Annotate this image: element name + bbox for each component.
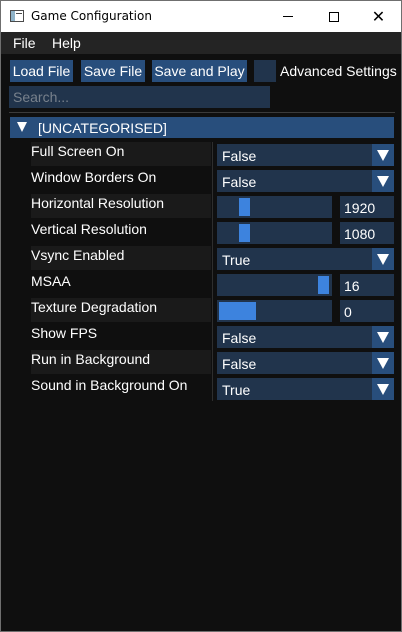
- menu-file[interactable]: File: [13, 35, 36, 51]
- vertical-resolution-input[interactable]: 1080: [340, 222, 394, 244]
- close-button[interactable]: ✕: [356, 1, 401, 32]
- chevron-down-icon: [377, 254, 389, 265]
- setting-label: Vertical Resolution: [31, 221, 147, 237]
- minimize-icon: [282, 16, 293, 17]
- setting-label: Run in Background: [31, 350, 211, 374]
- menu-bar: File Help: [1, 32, 401, 54]
- combo-value: False: [222, 330, 257, 346]
- window-title: Game Configuration: [31, 9, 152, 23]
- setting-row: Show FPS: [31, 324, 214, 348]
- close-icon: ✕: [371, 6, 386, 26]
- chevron-down-icon: [377, 150, 389, 161]
- setting-row: Vsync Enabled: [31, 246, 214, 270]
- combo-value: True: [222, 252, 251, 268]
- advanced-settings-label: Advanced Settings: [280, 63, 397, 79]
- menu-help[interactable]: Help: [52, 35, 81, 51]
- msaa-input[interactable]: 16: [340, 274, 394, 296]
- save-and-play-button[interactable]: Save and Play: [152, 60, 247, 82]
- dropdown-button[interactable]: [372, 378, 394, 400]
- sound-in-background-combo[interactable]: True: [217, 378, 394, 400]
- chevron-down-icon: [377, 176, 389, 187]
- setting-label: MSAA: [31, 273, 71, 289]
- horizontal-resolution-input[interactable]: 1920: [340, 196, 394, 218]
- category-label: [UNCATEGORISED]: [38, 120, 167, 136]
- minimize-button[interactable]: [265, 1, 310, 32]
- vsync-combo[interactable]: True: [217, 248, 394, 270]
- dropdown-button[interactable]: [372, 144, 394, 166]
- vertical-resolution-slider[interactable]: [217, 222, 332, 244]
- texture-degradation-input[interactable]: 0: [340, 300, 394, 322]
- save-file-button[interactable]: Save File: [81, 60, 145, 82]
- setting-row: Horizontal Resolution: [31, 194, 214, 218]
- setting-label: Sound in Background On: [31, 377, 188, 393]
- slider-handle[interactable]: [239, 198, 250, 216]
- title-bar: Game Configuration ✕: [1, 1, 401, 32]
- setting-row: Texture Degradation: [31, 298, 214, 322]
- advanced-settings-checkbox[interactable]: [254, 60, 276, 82]
- category-header-uncategorised[interactable]: [UNCATEGORISED]: [10, 117, 394, 138]
- setting-row: Vertical Resolution: [31, 220, 214, 244]
- maximize-button[interactable]: [311, 1, 356, 32]
- setting-label: Vsync Enabled: [31, 246, 211, 270]
- setting-label: Full Screen On: [31, 142, 211, 166]
- setting-row: Window Borders On: [31, 168, 214, 192]
- app-window-icon: [10, 10, 24, 22]
- combo-value: False: [222, 148, 257, 164]
- texture-degradation-slider[interactable]: [217, 300, 332, 322]
- combo-value: False: [222, 174, 257, 190]
- slider-handle[interactable]: [239, 224, 250, 242]
- setting-label: Horizontal Resolution: [31, 194, 211, 218]
- setting-label: Show FPS: [31, 325, 98, 341]
- expand-arrow-icon: [17, 122, 27, 132]
- setting-row: Sound in Background On: [31, 376, 214, 400]
- combo-value: True: [222, 382, 251, 398]
- game-configuration-window: Game Configuration ✕ File Help Load File…: [0, 0, 402, 632]
- separator: [9, 112, 395, 113]
- search-input[interactable]: [9, 86, 270, 108]
- load-file-button[interactable]: Load File: [10, 60, 73, 82]
- horizontal-resolution-slider[interactable]: [217, 196, 332, 218]
- chevron-down-icon: [377, 384, 389, 395]
- slider-handle[interactable]: [318, 276, 329, 294]
- combo-value: False: [222, 356, 257, 372]
- dropdown-button[interactable]: [372, 248, 394, 270]
- chevron-down-icon: [377, 332, 389, 343]
- setting-row: Run in Background: [31, 350, 214, 374]
- dropdown-button[interactable]: [372, 326, 394, 348]
- full-screen-combo[interactable]: False: [217, 144, 394, 166]
- show-fps-combo[interactable]: False: [217, 326, 394, 348]
- maximize-icon: [328, 11, 339, 22]
- setting-row: Full Screen On: [31, 142, 214, 166]
- dropdown-button[interactable]: [372, 352, 394, 374]
- chevron-down-icon: [377, 358, 389, 369]
- setting-label: Texture Degradation: [31, 298, 211, 322]
- setting-label: Window Borders On: [31, 169, 157, 185]
- slider-handle[interactable]: [219, 302, 256, 320]
- run-in-background-combo[interactable]: False: [217, 352, 394, 374]
- msaa-slider[interactable]: [217, 274, 332, 296]
- dropdown-button[interactable]: [372, 170, 394, 192]
- setting-row: MSAA: [31, 272, 214, 296]
- window-borders-combo[interactable]: False: [217, 170, 394, 192]
